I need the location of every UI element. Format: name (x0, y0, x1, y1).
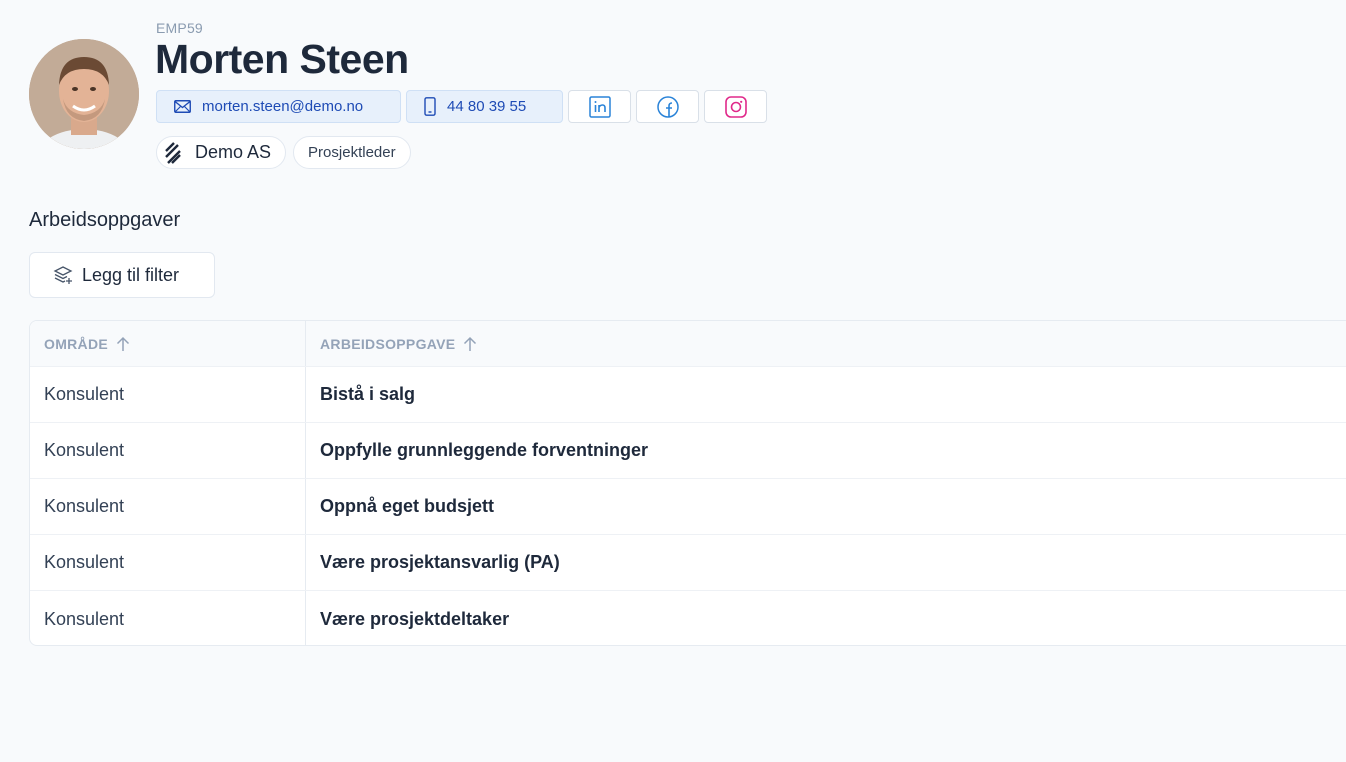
mail-icon (174, 100, 191, 113)
area-cell: Konsulent (30, 423, 306, 478)
table-row[interactable]: Konsulent Oppfylle grunnleggende forvent… (30, 423, 1346, 479)
task-cell: Være prosjektdeltaker (320, 608, 510, 629)
table-row[interactable]: Konsulent Være prosjektdeltaker (30, 591, 1346, 645)
section-title: Arbeidsoppgaver (29, 209, 181, 231)
add-filter-button[interactable]: Legg til filter (29, 252, 215, 298)
phone-icon (424, 97, 436, 116)
area-cell: Konsulent (30, 367, 306, 422)
phone-chip[interactable]: 44 80 39 55 (406, 90, 563, 123)
table-row[interactable]: Konsulent Være prosjektansvarlig (PA) (30, 535, 1346, 591)
role-pill: Prosjektleder (293, 136, 411, 169)
task-cell: Være prosjektansvarlig (PA) (320, 552, 560, 572)
avatar-photo (29, 39, 139, 149)
add-filter-label: Legg til filter (82, 264, 180, 285)
linkedin-icon (588, 95, 611, 118)
column-header-area-label: OMRÅDE (44, 335, 109, 352)
instagram-icon (724, 95, 747, 118)
contact-row: morten.steen@demo.no 44 80 39 55 (156, 90, 767, 123)
email-text: morten.steen@demo.no (202, 98, 364, 115)
area-cell: Konsulent (30, 535, 306, 590)
task-cell: Oppfylle grunnleggende forventninger (320, 440, 649, 460)
employee-name: Morten Steen (155, 36, 409, 82)
email-chip[interactable]: morten.steen@demo.no (156, 90, 401, 123)
layers-plus-icon (53, 265, 73, 285)
column-header-area[interactable]: OMRÅDE (30, 321, 306, 366)
tasks-table: OMRÅDE ARBEIDSOPPGAVE Konsulent Bistå i … (29, 320, 1346, 646)
table-header: OMRÅDE ARBEIDSOPPGAVE (30, 321, 1346, 367)
instagram-button[interactable] (704, 90, 767, 123)
company-logo-icon (164, 141, 182, 164)
linkedin-button[interactable] (568, 90, 631, 123)
column-header-task[interactable]: ARBEIDSOPPGAVE (306, 321, 1346, 366)
tag-row: Demo AS Prosjektleder (156, 136, 411, 169)
column-header-task-label: ARBEIDSOPPGAVE (320, 335, 456, 352)
facebook-icon (656, 95, 679, 118)
phone-text: 44 80 39 55 (447, 98, 527, 115)
table-row[interactable]: Konsulent Oppnå eget budsjett (30, 479, 1346, 535)
task-cell: Bistå i salg (320, 384, 416, 404)
area-cell: Konsulent (30, 479, 306, 534)
avatar (29, 39, 139, 149)
company-name: Demo AS (195, 142, 272, 162)
employee-id: EMP59 (156, 20, 203, 36)
task-cell: Oppnå eget budsjett (320, 496, 495, 516)
area-cell: Konsulent (30, 591, 306, 645)
company-pill[interactable]: Demo AS (156, 136, 287, 169)
table-row[interactable]: Konsulent Bistå i salg (30, 367, 1346, 423)
sort-arrow-up-icon (463, 336, 477, 352)
sort-arrow-up-icon (116, 336, 130, 352)
role-text: Prosjektleder (308, 144, 396, 161)
facebook-button[interactable] (636, 90, 699, 123)
